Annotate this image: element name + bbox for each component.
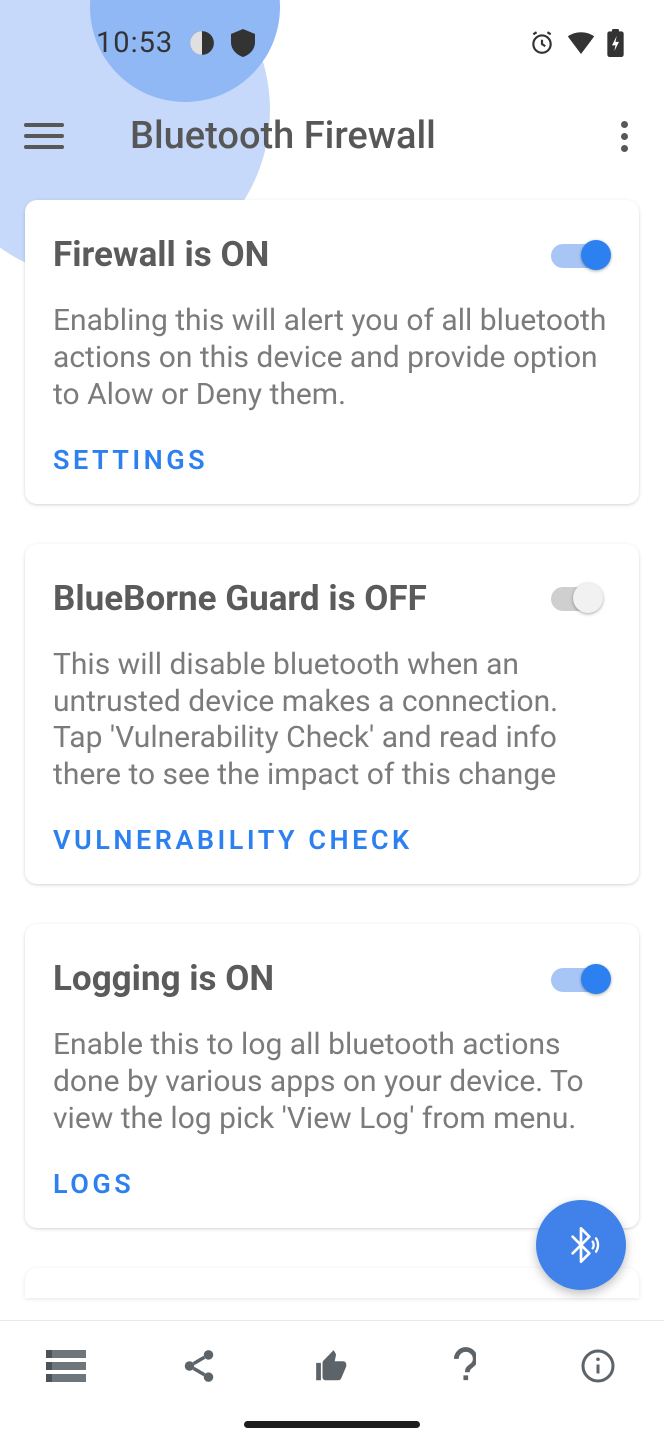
menu-button[interactable] <box>24 123 80 149</box>
logging-toggle[interactable] <box>551 964 611 994</box>
nav-help-button[interactable] <box>435 1336 495 1396</box>
firewall-title: Firewall is ON <box>53 234 269 275</box>
status-time: 10:53 <box>96 26 173 60</box>
blueborne-desc: This will disable bluetooth when an untr… <box>53 647 611 795</box>
logging-card: Logging is ON Enable this to log all blu… <box>25 924 639 1228</box>
wifi-icon <box>567 32 595 54</box>
help-icon <box>454 1347 476 1385</box>
dnd-icon <box>189 30 215 56</box>
content-scroll[interactable]: Firewall is ON Enabling this will alert … <box>0 200 664 1298</box>
app-title: Bluetooth Firewall <box>130 114 436 158</box>
shield-icon <box>231 29 255 57</box>
nav-info-button[interactable] <box>568 1336 628 1396</box>
blueborne-card: BlueBorne Guard is OFF This will disable… <box>25 544 639 885</box>
settings-button[interactable]: SETTINGS <box>53 444 611 476</box>
more-options-button[interactable] <box>604 116 644 156</box>
firewall-toggle[interactable] <box>551 240 611 270</box>
logs-button[interactable]: LOGS <box>53 1168 611 1200</box>
thumbs-up-icon <box>312 1347 352 1385</box>
info-icon <box>580 1348 616 1384</box>
nav-list-button[interactable] <box>36 1336 96 1396</box>
status-bar: 10:53 <box>0 0 664 86</box>
home-indicator[interactable] <box>244 1421 420 1428</box>
logging-desc: Enable this to log all bluetooth actions… <box>53 1027 611 1138</box>
blueborne-toggle[interactable] <box>551 583 611 613</box>
nav-share-button[interactable] <box>169 1336 229 1396</box>
logging-title: Logging is ON <box>53 958 274 999</box>
firewall-desc: Enabling this will alert you of all blue… <box>53 303 611 414</box>
bluetooth-scan-fab[interactable] <box>536 1200 626 1290</box>
list-icon <box>46 1350 86 1382</box>
bluetooth-icon <box>561 1225 601 1265</box>
share-icon <box>180 1347 218 1385</box>
bottom-nav <box>0 1320 664 1410</box>
vulnerability-check-button[interactable]: VULNERABILITY CHECK <box>53 824 611 856</box>
alarm-icon <box>529 30 555 56</box>
nav-like-button[interactable] <box>302 1336 362 1396</box>
app-bar: Bluetooth Firewall <box>0 86 664 186</box>
firewall-card: Firewall is ON Enabling this will alert … <box>25 200 639 504</box>
battery-icon <box>607 29 624 57</box>
blueborne-title: BlueBorne Guard is OFF <box>53 578 427 619</box>
